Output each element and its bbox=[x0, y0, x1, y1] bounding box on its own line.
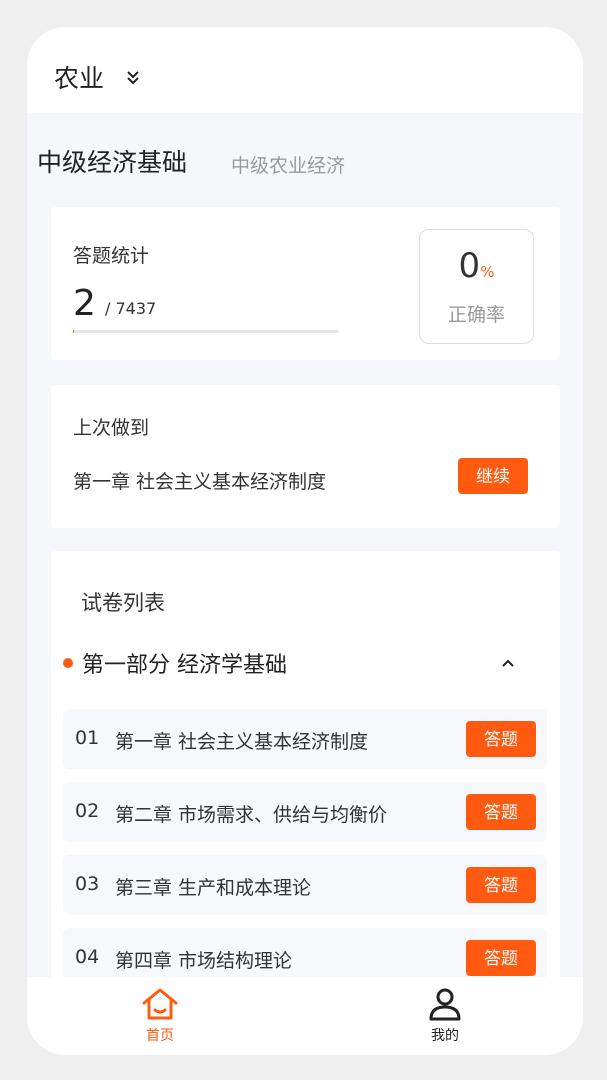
subject-subtitle[interactable]: 中级农业经济 bbox=[231, 151, 345, 178]
answered-count: 2 bbox=[73, 283, 96, 324]
paper-number: 04 bbox=[75, 946, 100, 968]
paper-row[interactable]: 01 第一章 社会主义基本经济制度 答题 bbox=[63, 709, 547, 769]
answer-button[interactable]: 答题 bbox=[466, 794, 536, 830]
subject-title: 中级经济基础 bbox=[37, 148, 188, 177]
paper-title: 第一章 社会主义基本经济制度 bbox=[115, 731, 369, 753]
progress-bar bbox=[73, 330, 339, 333]
section-title: 第一部分 经济学基础 bbox=[82, 653, 287, 678]
top-bar: 农业 bbox=[27, 27, 583, 113]
category-selector[interactable]: 农业 bbox=[54, 59, 104, 95]
paper-number: 03 bbox=[75, 873, 100, 895]
paper-number: 02 bbox=[75, 800, 100, 822]
accuracy-label: 正确率 bbox=[447, 304, 505, 326]
answer-button[interactable]: 答题 bbox=[466, 721, 536, 757]
section-header[interactable]: 第一部分 经济学基础 bbox=[63, 647, 548, 681]
progress-fill bbox=[73, 330, 75, 333]
paper-title: 第三章 生产和成本理论 bbox=[115, 877, 312, 899]
paper-row[interactable]: 03 第三章 生产和成本理论 答题 bbox=[63, 855, 547, 915]
accuracy-box: 0% 正确率 bbox=[419, 229, 534, 344]
last-chapter-title: 第一章 社会主义基本经济制度 bbox=[73, 471, 327, 493]
paper-title: 第四章 市场结构理论 bbox=[115, 950, 293, 972]
tab-home-label: 首页 bbox=[146, 1028, 174, 1044]
last-progress-card: 上次做到 第一章 社会主义基本经济制度 继续 bbox=[51, 385, 560, 528]
bottom-tab-bar: 首页 我的 bbox=[27, 977, 583, 1055]
last-progress-label: 上次做到 bbox=[73, 417, 150, 439]
stats-label: 答题统计 bbox=[73, 245, 150, 267]
tab-home[interactable]: 首页 bbox=[120, 987, 200, 1051]
tab-mine[interactable]: 我的 bbox=[405, 987, 485, 1051]
chevron-up-icon[interactable] bbox=[500, 657, 516, 669]
answer-button[interactable]: 答题 bbox=[466, 940, 536, 976]
app-screen: 农业 中级经济基础 中级农业经济 答题统计 2 / 7437 0% 正确率 上次… bbox=[27, 27, 583, 1055]
answer-button[interactable]: 答题 bbox=[466, 867, 536, 903]
continue-button[interactable]: 继续 bbox=[458, 458, 528, 494]
answer-stats-card: 答题统计 2 / 7437 0% 正确率 bbox=[51, 207, 560, 360]
section-dot bbox=[63, 658, 73, 668]
percent-sign: % bbox=[480, 263, 495, 281]
double-chevron-down-icon[interactable] bbox=[125, 67, 141, 87]
accuracy-value: 0% bbox=[458, 246, 495, 286]
total-count: / 7437 bbox=[105, 299, 157, 318]
paper-list-card: 试卷列表 第一部分 经济学基础 01 第一章 社会主义基本经济制度 答题 02 … bbox=[51, 551, 560, 1011]
user-icon bbox=[429, 988, 461, 1021]
paper-row[interactable]: 02 第二章 市场需求、供给与均衡价 答题 bbox=[63, 782, 547, 842]
tab-mine-label: 我的 bbox=[431, 1028, 459, 1044]
paper-number: 01 bbox=[75, 727, 100, 749]
home-icon bbox=[142, 988, 178, 1020]
paper-list-heading: 试卷列表 bbox=[81, 591, 165, 615]
paper-title: 第二章 市场需求、供给与均衡价 bbox=[115, 804, 388, 826]
